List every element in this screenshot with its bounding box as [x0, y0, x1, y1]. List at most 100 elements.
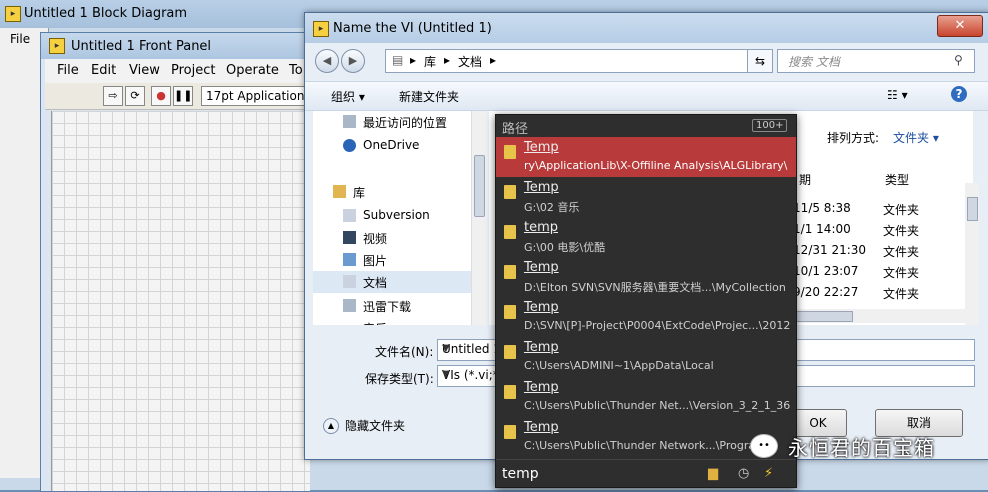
help-icon[interactable]: ?	[951, 86, 967, 102]
table-row[interactable]: /10/1 23:07 文件夹	[779, 264, 969, 285]
chevron-right-icon: ▸	[410, 53, 417, 67]
breadcrumb-library[interactable]: 库	[424, 53, 436, 70]
nav-item-library[interactable]: 库	[313, 181, 481, 203]
front-panel-grid[interactable]	[51, 111, 310, 491]
video-icon	[343, 231, 356, 244]
front-panel-toolbar: ⇨ ⟳ ● ❚❚ 17pt Application Fo	[45, 83, 319, 110]
forward-arrow-icon[interactable]: ▶	[341, 49, 365, 73]
lightning-icon[interactable]: ⚡	[764, 466, 773, 481]
labview-icon: ▸	[5, 6, 21, 22]
watermark: •• 永恒君的百宝箱	[750, 432, 980, 462]
sort-label: 排列方式:	[827, 131, 880, 145]
clock-icon[interactable]: ◷	[738, 466, 749, 481]
file-list-scrollbar[interactable]	[965, 183, 979, 325]
run-continuously-icon[interactable]: ⟳	[125, 86, 145, 106]
chevron-right-icon: ▸	[490, 53, 497, 67]
nav-item-subversion[interactable]: Subversion	[313, 205, 481, 227]
run-arrow-icon[interactable]: ⇨	[103, 86, 123, 106]
search-query[interactable]: temp	[502, 466, 539, 482]
result-item[interactable]: Temp ry\ApplicationLib\X-Offiline Analysi…	[496, 137, 796, 177]
scroll-thumb[interactable]	[967, 197, 978, 221]
refresh-icon[interactable]: ⇆	[747, 49, 773, 73]
search-placeholder: 搜索 文档	[788, 55, 840, 69]
folder-icon	[504, 145, 516, 159]
result-item[interactable]: Temp C:\Users\Public\Thunder Net...\Versi…	[496, 377, 796, 417]
folder-icon	[504, 425, 516, 439]
menu-view[interactable]: View	[129, 63, 160, 78]
menu-tools[interactable]: To	[289, 63, 303, 78]
search-input[interactable]: 搜索 文档 ⚲	[777, 49, 975, 73]
menu-edit[interactable]: Edit	[91, 63, 116, 78]
nav-item-recent[interactable]: 最近访问的位置	[313, 111, 481, 133]
filetype-label: 保存类型(T):	[365, 372, 434, 386]
folder-icon	[504, 225, 516, 239]
navigation-bar: ◀ ▶ ▤ ▸ 库 ▸ 文档 ▸ ⇆ 搜索 文档 ⚲	[305, 43, 988, 81]
folder-icon	[504, 345, 516, 359]
filename-label: 文件名(N):	[375, 345, 434, 359]
breadcrumb-documents[interactable]: 文档	[458, 53, 482, 70]
nav-item-pictures[interactable]: 图片	[313, 249, 481, 271]
file-list-hscrollbar[interactable]	[791, 309, 971, 323]
chevron-up-icon: ▲	[323, 418, 339, 434]
table-row[interactable]: /9/20 22:27 文件夹	[779, 285, 969, 306]
font-selector[interactable]: 17pt Application Fo	[201, 86, 319, 106]
abort-icon[interactable]: ●	[151, 86, 171, 106]
folder-icon: ▤	[392, 53, 404, 67]
popup-title: 路径	[502, 122, 529, 137]
result-item[interactable]: Temp G:\02 音乐	[496, 177, 796, 217]
wechat-icon: ••	[750, 434, 778, 458]
chevron-right-icon: ▸	[444, 53, 451, 67]
document-icon	[343, 275, 356, 288]
cloud-icon	[343, 139, 356, 152]
nav-item-music[interactable]: 音乐	[313, 317, 481, 325]
favorites-folder-icon[interactable]: ▆	[708, 466, 718, 481]
front-panel-window: ▸ Untitled 1 Front Panel File Edit View …	[40, 32, 319, 492]
folder-icon	[504, 185, 516, 199]
organize-button[interactable]: 组织 ▾	[331, 88, 365, 105]
popup-header: 路径 100+	[496, 115, 796, 137]
folder-icon	[504, 385, 516, 399]
table-row[interactable]: /11/5 8:38 文件夹	[779, 201, 969, 222]
result-count-badge: 100+	[752, 119, 788, 132]
labview-icon: ▸	[49, 38, 65, 54]
new-folder-button[interactable]: 新建文件夹	[399, 88, 459, 105]
result-item[interactable]: Temp C:\Users\ADMINI~1\AppData\Local	[496, 337, 796, 377]
scroll-thumb[interactable]	[474, 155, 485, 217]
pause-icon[interactable]: ❚❚	[173, 86, 193, 106]
nav-item-videos[interactable]: 视频	[313, 227, 481, 249]
table-row[interactable]: /12/31 21:30 文件夹	[779, 243, 969, 264]
search-icon: ⚲	[954, 53, 963, 67]
library-icon	[333, 185, 346, 198]
menu-file[interactable]: File	[57, 63, 79, 78]
front-panel-title: Untitled 1 Front Panel	[71, 39, 212, 54]
query-bar[interactable]: temp ▆ ◷ ⚡	[496, 459, 796, 488]
dialog-title: Name the VI (Untitled 1)	[333, 21, 492, 36]
back-arrow-icon[interactable]: ◀	[315, 49, 339, 73]
front-panel-menubar: File Edit View Project Operate To	[45, 59, 309, 83]
menu-operate[interactable]: Operate	[226, 63, 279, 78]
sort-dropdown[interactable]: 文件夹 ▾	[893, 129, 939, 146]
front-panel-titlebar[interactable]: ▸ Untitled 1 Front Panel	[41, 33, 309, 59]
picture-icon	[343, 253, 356, 266]
download-icon	[343, 299, 356, 312]
result-item[interactable]: Temp D:\SVN\[P]-Project\P0004\ExtCode\Pro…	[496, 297, 796, 337]
folder-icon	[504, 305, 516, 319]
scroll-thumb[interactable]	[791, 311, 853, 322]
close-button[interactable]: ✕	[937, 15, 983, 37]
nav-item-documents[interactable]: 文档	[313, 271, 481, 293]
menu-file[interactable]: File	[10, 32, 30, 46]
nav-item-thunder[interactable]: 迅雷下载	[313, 295, 481, 317]
navigation-pane: 最近访问的位置 OneDrive 库 Subversion 视频 图片 文档 迅…	[313, 111, 481, 325]
command-bar: 组织 ▾ 新建文件夹 ☷ ▾ ?	[305, 81, 988, 111]
menu-project[interactable]: Project	[171, 63, 215, 78]
table-row[interactable]: /1/1 14:00 文件夹	[779, 222, 969, 243]
nav-item-onedrive[interactable]: OneDrive	[313, 135, 481, 157]
dialog-titlebar[interactable]: ▸ Name the VI (Untitled 1) ✕	[305, 13, 988, 43]
view-options-icon[interactable]: ☷ ▾	[887, 88, 908, 102]
address-bar[interactable]: ▤ ▸ 库 ▸ 文档 ▸	[385, 49, 771, 73]
column-type[interactable]: 类型	[885, 171, 909, 188]
nav-scrollbar[interactable]	[471, 111, 486, 325]
result-item[interactable]: temp G:\00 电影\优酷	[496, 217, 796, 257]
block-diagram-title: Untitled 1 Block Diagram	[24, 6, 188, 21]
result-item[interactable]: Temp D:\Elton SVN\SVN服务器\重要文档...\MyCollec…	[496, 257, 796, 297]
